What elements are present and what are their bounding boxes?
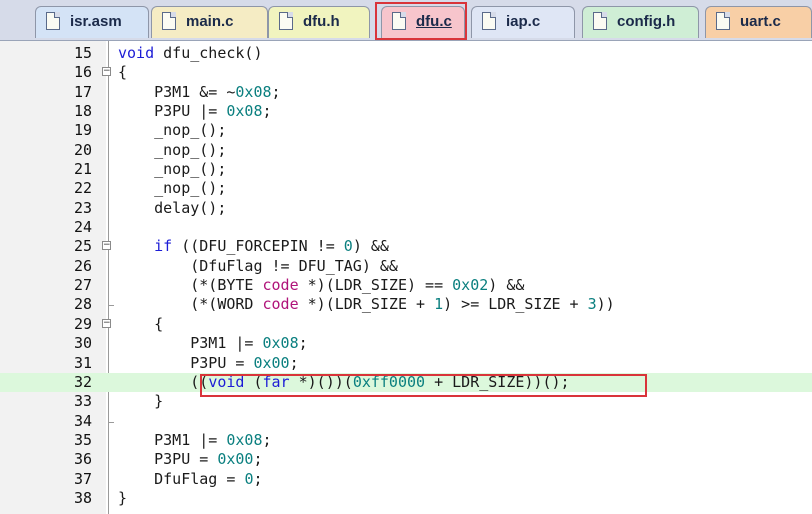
code-line[interactable]: 29− { <box>0 315 812 334</box>
c-file-icon <box>716 12 730 30</box>
code-line[interactable]: 17 P3M1 &= ~0x08; <box>0 83 812 102</box>
code-text: void dfu_check() <box>118 44 263 62</box>
code-line[interactable]: 15 void dfu_check() <box>0 44 812 63</box>
fold-end-marker <box>108 295 114 307</box>
code-line[interactable]: 19 _nop_(); <box>0 121 812 140</box>
code-line[interactable]: 25− if ((DFU_FORCEPIN != 0) && <box>0 237 812 256</box>
code-line[interactable]: 35 P3M1 |= 0x08; <box>0 431 812 450</box>
line-number: 18 <box>73 102 92 121</box>
code-text: } <box>118 488 128 507</box>
tab-label: dfu.h <box>303 13 340 30</box>
code-line[interactable]: 31 P3PU = 0x00; <box>0 354 812 373</box>
h-file-icon <box>279 12 293 30</box>
fold-toggle-icon[interactable]: − <box>102 67 111 77</box>
code-line[interactable]: 23 delay(); <box>0 199 812 218</box>
line-number: 26 <box>73 256 92 275</box>
code-text: P3PU |= 0x08; <box>118 102 272 121</box>
line-number: 17 <box>73 82 92 101</box>
line-number: 25 <box>73 237 92 256</box>
line-number: 27 <box>73 276 92 295</box>
line-number: 36 <box>73 450 92 469</box>
h-file-icon <box>593 12 607 30</box>
code-text: { <box>118 63 128 82</box>
code-text: P3M1 |= 0x08; <box>118 430 272 449</box>
tab-label: iap.c <box>506 13 541 30</box>
fold-toggle-icon[interactable]: − <box>102 318 111 328</box>
code-line[interactable]: 34 <box>0 412 812 431</box>
line-number: 28 <box>73 295 92 314</box>
code-line[interactable]: 28 (*(WORD code *)(LDR_SIZE + 1) >= LDR_… <box>0 295 812 314</box>
line-number: 31 <box>73 353 92 372</box>
line-number: 16 <box>73 63 92 82</box>
code-text: if ((DFU_FORCEPIN != 0) && <box>154 237 389 256</box>
line-number: 19 <box>73 121 92 140</box>
code-line[interactable]: 20 _nop_(); <box>0 141 812 160</box>
active-tab-highlight-box <box>375 2 467 40</box>
code-line[interactable]: 30 P3M1 |= 0x08; <box>0 334 812 353</box>
tab-config-h[interactable]: config.h <box>582 6 699 38</box>
tab-uart-c[interactable]: uart.c <box>705 6 812 38</box>
code-text: (*(WORD code *)(LDR_SIZE + 1) >= LDR_SIZ… <box>118 295 615 314</box>
code-line[interactable]: 37 DfuFlag = 0; <box>0 470 812 489</box>
line-number: 34 <box>73 411 92 430</box>
line-number: 29 <box>73 314 92 333</box>
line-number: 21 <box>73 160 92 179</box>
code-text: P3M1 |= 0x08; <box>118 334 308 353</box>
code-line[interactable]: 38} <box>0 489 812 508</box>
line-number: 30 <box>73 334 92 353</box>
tab-label: config.h <box>617 13 676 30</box>
code-editor[interactable]: 15 void dfu_check() 16−{17 P3M1 &= ~0x08; 1… <box>0 44 812 508</box>
code-text: (DfuFlag != DFU_TAG) && <box>118 256 398 275</box>
c-file-icon <box>482 12 496 30</box>
code-line[interactable]: 21 _nop_(); <box>0 160 812 179</box>
tab-isr-asm[interactable]: isr.asm <box>35 6 149 38</box>
tab-label: main.c <box>186 13 234 30</box>
code-text: _nop_(); <box>118 121 227 140</box>
fold-toggle-icon[interactable]: − <box>102 241 111 251</box>
tab-dfu-h[interactable]: dfu.h <box>268 6 370 38</box>
code-text: _nop_(); <box>118 160 227 179</box>
fold-end-marker <box>108 412 114 423</box>
tab-iap-c[interactable]: iap.c <box>471 6 575 38</box>
tab-label: uart.c <box>740 13 781 30</box>
line-number: 37 <box>73 469 92 488</box>
line-number: 33 <box>73 392 92 411</box>
code-text: delay(); <box>118 198 227 217</box>
code-line[interactable]: 22 _nop_(); <box>0 179 812 198</box>
code-line[interactable]: 27 (*(BYTE code *)(LDR_SIZE) == 0x02) && <box>0 276 812 295</box>
code-text: DfuFlag = 0; <box>118 469 263 488</box>
code-text: (*(BYTE code *)(LDR_SIZE) == 0x02) && <box>118 276 525 295</box>
line-number: 24 <box>73 218 92 237</box>
line-number: 23 <box>73 198 92 217</box>
c-file-icon <box>162 12 176 30</box>
code-text: _nop_(); <box>118 140 227 159</box>
line-number: 38 <box>73 488 92 507</box>
code-line[interactable]: 36 P3PU = 0x00; <box>0 450 812 469</box>
line-number: 35 <box>73 430 92 449</box>
tab-main-c[interactable]: main.c <box>151 6 268 38</box>
line-number: 32 <box>73 372 92 391</box>
line-number: 20 <box>73 140 92 159</box>
code-line[interactable]: 26 (DfuFlag != DFU_TAG) && <box>0 257 812 276</box>
code-line[interactable]: 24 <box>0 218 812 237</box>
code-text: } <box>118 392 164 411</box>
line-number: 22 <box>73 179 92 198</box>
code-line[interactable]: 18 P3PU |= 0x08; <box>0 102 812 121</box>
code-text: P3PU = 0x00; <box>118 450 263 469</box>
code-line[interactable]: 16−{ <box>0 63 812 82</box>
code-text: _nop_(); <box>118 179 227 198</box>
code-text: { <box>118 314 164 333</box>
asm-file-icon <box>46 12 60 30</box>
code-text: P3PU = 0x00; <box>118 353 299 372</box>
tab-label: isr.asm <box>70 13 122 30</box>
code-highlight-box <box>200 374 647 397</box>
line-number: 15 <box>73 44 92 62</box>
code-text: P3M1 &= ~0x08; <box>118 82 281 101</box>
